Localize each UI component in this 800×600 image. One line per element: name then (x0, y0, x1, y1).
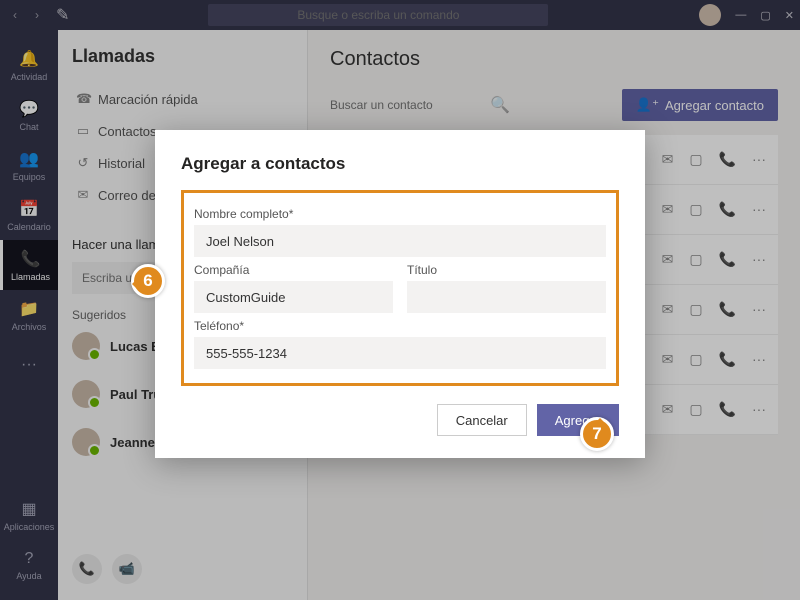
title-label: Título (407, 263, 606, 277)
company-input[interactable] (194, 281, 393, 313)
phone-input[interactable] (194, 337, 606, 369)
phone-label: Teléfono* (194, 319, 606, 333)
cancel-button[interactable]: Cancelar (437, 404, 527, 436)
form-highlight-box: Nombre completo* Compañía Título Teléfon… (181, 190, 619, 386)
annotation-step-6: 6 (131, 264, 165, 298)
annotation-step-7: 7 (580, 417, 614, 451)
modal-title: Agregar a contactos (181, 154, 619, 174)
add-contact-modal: Agregar a contactos Nombre completo* Com… (155, 130, 645, 458)
fullname-input[interactable] (194, 225, 606, 257)
modal-overlay: Agregar a contactos Nombre completo* Com… (0, 0, 800, 600)
title-input[interactable] (407, 281, 606, 313)
fullname-label: Nombre completo* (194, 207, 606, 221)
company-label: Compañía (194, 263, 393, 277)
